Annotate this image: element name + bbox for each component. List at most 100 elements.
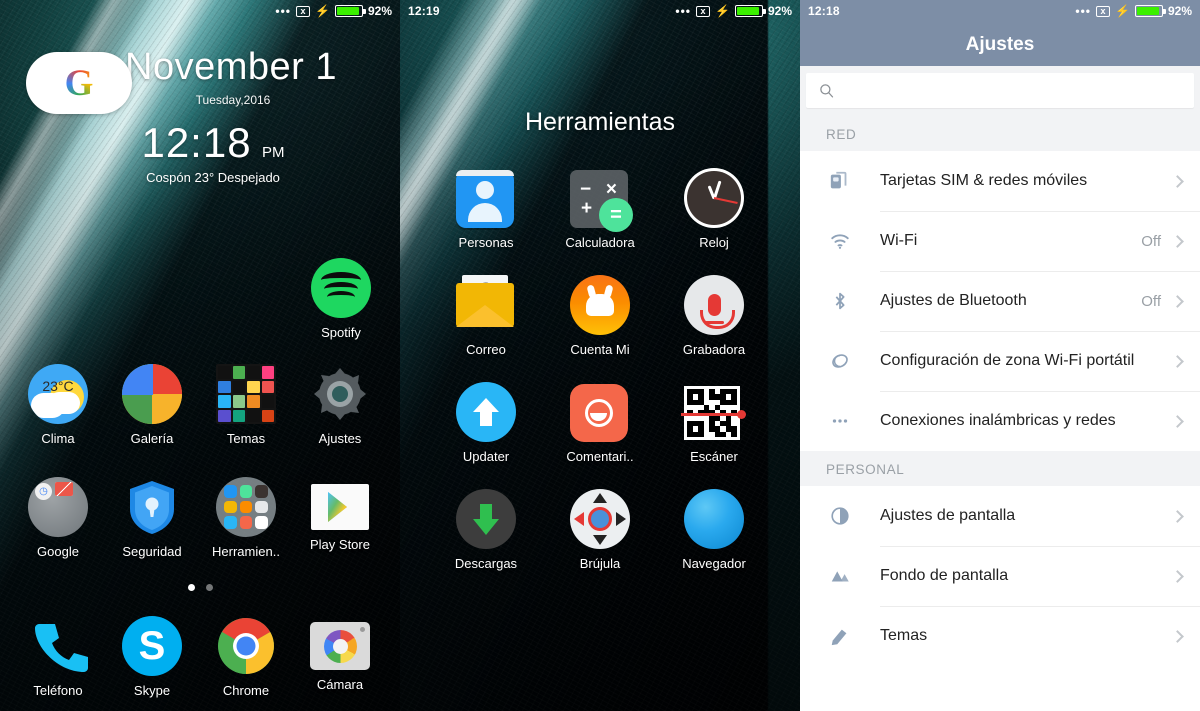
- app-brujula[interactable]: Brújula: [553, 489, 647, 571]
- app-label: Teléfono: [33, 683, 83, 698]
- page-title: Ajustes: [965, 34, 1035, 55]
- app-camara[interactable]: Cámara: [293, 616, 387, 698]
- app-seguridad[interactable]: Seguridad: [105, 477, 199, 559]
- themes-icon: [216, 364, 276, 424]
- bluetooth-icon: [800, 290, 880, 312]
- contacts-icon: [456, 168, 516, 228]
- setting-row-more-networks[interactable]: Conexiones inalámbricas y redes: [800, 391, 1200, 451]
- app-descargas[interactable]: Descargas: [439, 489, 533, 571]
- app-correo[interactable]: @ Correo: [439, 275, 533, 357]
- more-dots-icon: •••: [675, 4, 692, 18]
- app-play-store[interactable]: Play Store: [293, 477, 387, 559]
- page-dot[interactable]: [205, 584, 213, 591]
- sim-cards-icon: [800, 170, 880, 192]
- status-time: 12:18: [808, 4, 840, 18]
- setting-row-sim-cards[interactable]: Tarjetas SIM & redes móviles: [800, 151, 1200, 211]
- app-label: Comentari..: [566, 449, 634, 464]
- app-label: Calculadora: [565, 235, 635, 250]
- settings-status-bar: 12:18 ••• x ⚡ 92%: [800, 0, 1200, 22]
- app-label: Galería: [130, 431, 174, 446]
- weather-icon: 23°C: [28, 364, 88, 424]
- more-networks-icon: [800, 410, 880, 432]
- app-label: Play Store: [310, 537, 370, 552]
- phone-icon: [28, 616, 88, 676]
- app-chrome[interactable]: Chrome: [199, 616, 293, 698]
- app-label: Cámara: [316, 677, 364, 692]
- shield-icon: [122, 477, 182, 537]
- app-comentarios[interactable]: Comentari..: [553, 382, 647, 464]
- google-folder-icon: ◷: [28, 477, 88, 537]
- chevron-right-icon: [1171, 509, 1184, 523]
- app-label: Temas: [226, 431, 266, 446]
- calc-times: ×: [605, 179, 617, 200]
- app-ajustes[interactable]: Ajustes: [293, 364, 387, 446]
- app-clima[interactable]: 23°C Clima: [11, 364, 105, 446]
- app-calculadora[interactable]: − × + = Calculadora: [553, 168, 647, 250]
- search-bar[interactable]: [806, 73, 1194, 108]
- home-dock: Teléfono S Skype Chrome Cámara: [0, 616, 400, 698]
- app-grabadora[interactable]: Grabadora: [667, 275, 761, 357]
- app-label: Chrome: [222, 683, 270, 698]
- app-reloj[interactable]: Reloj: [667, 168, 761, 250]
- setting-label: Fondo de pantalla: [880, 567, 1009, 585]
- app-google-folder[interactable]: ◷ Google: [11, 477, 105, 559]
- widget-ampm: PM: [262, 144, 285, 161]
- skype-icon: S: [122, 616, 182, 676]
- page-indicator[interactable]: [0, 584, 400, 591]
- feedback-smiley-icon: [570, 382, 630, 442]
- google-search-widget[interactable]: G: [26, 52, 132, 114]
- app-updater[interactable]: Updater: [439, 382, 533, 464]
- setting-row-themes[interactable]: Temas: [800, 606, 1200, 666]
- calc-plus: +: [581, 198, 593, 219]
- home-app-row-2: ◷ Google Seguridad Herramien.. Play Stor…: [0, 477, 400, 559]
- battery-percent: 92%: [1167, 4, 1192, 18]
- app-telefono[interactable]: Teléfono: [11, 616, 105, 698]
- section-header-red: RED: [800, 116, 1200, 151]
- app-label: Correo: [466, 342, 506, 357]
- email-icon: @: [456, 275, 516, 335]
- app-herramientas-folder[interactable]: Herramien..: [199, 477, 293, 559]
- search-input[interactable]: [844, 82, 1181, 99]
- search-icon: [820, 84, 834, 98]
- app-label: Navegador: [682, 556, 746, 571]
- chevron-right-icon: [1171, 354, 1184, 368]
- setting-row-wallpaper[interactable]: Fondo de pantalla: [800, 546, 1200, 606]
- setting-row-bluetooth[interactable]: Ajustes de Bluetooth Off: [800, 271, 1200, 331]
- setting-label: Ajustes de pantalla: [880, 507, 1016, 525]
- chevron-right-icon: [1171, 294, 1184, 308]
- app-galeria[interactable]: Galería: [105, 364, 199, 446]
- app-spotify[interactable]: Spotify: [294, 258, 388, 340]
- app-skype[interactable]: S Skype: [105, 616, 199, 698]
- setting-row-wifi[interactable]: Wi-Fi Off: [800, 211, 1200, 271]
- sim-off-icon: x: [696, 5, 711, 17]
- folder-row-2: @ Correo Cuenta Mi Grabadora: [400, 275, 800, 357]
- setting-label: Conexiones inalámbricas y redes: [880, 412, 1116, 430]
- battery-percent: 92%: [367, 4, 392, 18]
- setting-label: Configuración de zona Wi-Fi portátil: [880, 352, 1135, 370]
- app-escaner[interactable]: Escáner: [667, 382, 761, 464]
- hotspot-icon: [800, 350, 880, 372]
- chevron-right-icon: [1171, 629, 1184, 643]
- app-cuenta-mi[interactable]: Cuenta Mi: [553, 275, 647, 357]
- battery-icon: [1134, 5, 1166, 17]
- app-temas[interactable]: Temas: [199, 364, 293, 446]
- folder-title: Herramientas: [524, 108, 676, 136]
- app-label: Google: [37, 544, 79, 559]
- status-time: 12:19: [408, 4, 440, 18]
- setting-value: Off: [1141, 232, 1161, 250]
- charging-bolt-icon: ⚡: [1115, 4, 1130, 18]
- battery-percent: 92%: [767, 4, 792, 18]
- setting-row-hotspot[interactable]: Configuración de zona Wi-Fi portátil: [800, 331, 1200, 391]
- page-dot-active[interactable]: [187, 584, 195, 591]
- app-label: Grabadora: [682, 342, 746, 357]
- folder-screen-panel: 12:19 ••• x ⚡ 92% Herramientas Personas: [400, 0, 800, 711]
- setting-label: Temas: [880, 627, 928, 645]
- weather-temp: 23°C: [42, 378, 74, 394]
- settings-list: RED Tarjetas SIM & redes móviles Wi-Fi O…: [800, 116, 1200, 711]
- home-app-row-1: 23°C Clima Galería Temas Ajustes: [0, 364, 400, 446]
- app-label: Cuenta Mi: [570, 342, 630, 357]
- setting-row-display[interactable]: Ajustes de pantalla: [800, 486, 1200, 546]
- app-personas[interactable]: Personas: [439, 168, 533, 250]
- app-navegador[interactable]: Navegador: [667, 489, 761, 571]
- settings-header: 12:18 ••• x ⚡ 92% Ajustes: [800, 0, 1200, 66]
